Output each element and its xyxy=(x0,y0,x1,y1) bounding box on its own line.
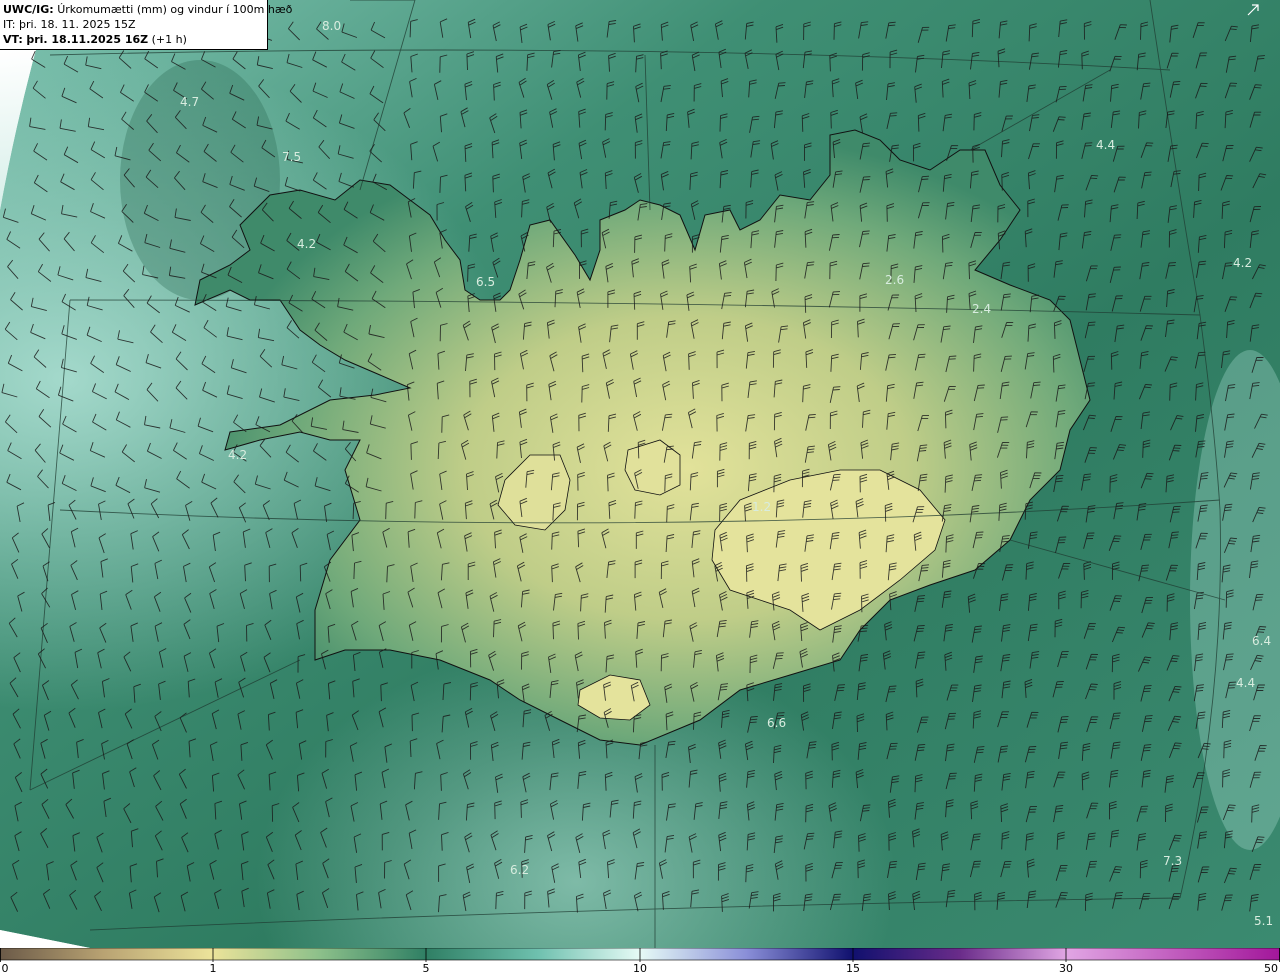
map-value: 5.1 xyxy=(1254,914,1273,928)
colorbar-tick-label: 15 xyxy=(846,962,860,975)
lead-time: (+1 h) xyxy=(151,33,187,46)
map-value: 4.4 xyxy=(1096,138,1115,152)
colorbar-tick-label: 0 xyxy=(1,962,9,975)
map-value: 2.6 xyxy=(885,273,904,287)
map-value: 6.6 xyxy=(767,716,786,730)
map-value: 4.2 xyxy=(297,237,316,251)
colorbar-tick-label: 10 xyxy=(633,962,647,975)
colorbar-tick-label: 5 xyxy=(422,962,430,975)
map-value: 6.2 xyxy=(510,863,529,877)
valid-prefix: VT: xyxy=(3,33,23,46)
init-time: IT: þri. 18. 11. 2025 15Z xyxy=(3,18,136,31)
map-value: 4.7 xyxy=(180,95,199,109)
map-value: 6.4 xyxy=(1252,634,1271,648)
map-value: 8.0 xyxy=(322,19,341,33)
model-name: UWC/IG: xyxy=(3,3,54,16)
map-value: 1.2 xyxy=(752,500,771,514)
map-value: 7.5 xyxy=(282,150,301,164)
map-value: 4.2 xyxy=(1233,256,1252,270)
colorbar-tick-label: 30 xyxy=(1059,962,1073,975)
valid-time-line: VT: þri. 18.11.2025 16Z (+1 h) xyxy=(3,32,267,47)
map-value: 2.4 xyxy=(972,302,991,316)
valid-time: þri. 18.11.2025 16Z xyxy=(26,33,149,46)
expand-arrow-icon[interactable] xyxy=(1246,3,1260,17)
colorbar-tick-label: 1 xyxy=(209,962,217,975)
precipitation-wind-map: 8.0 4.7 7.5 4.2 6.5 4.4 4.2 2.6 2.4 4.2 … xyxy=(0,0,1280,948)
map-value: 4.2 xyxy=(228,448,247,462)
map-value: 7.3 xyxy=(1163,854,1182,868)
colorbar-tick-label: 50 xyxy=(1264,962,1278,975)
header-title-line: UWC/IG: Úrkomumætti (mm) og vindur í 100… xyxy=(3,2,292,17)
map-header: UWC/IG: Úrkomumætti (mm) og vindur í 100… xyxy=(0,0,292,50)
map-value: 4.4 xyxy=(1236,676,1255,690)
map-value: 6.5 xyxy=(476,275,495,289)
map-title: Úrkomumætti (mm) og vindur í 100m hæð xyxy=(57,3,293,16)
